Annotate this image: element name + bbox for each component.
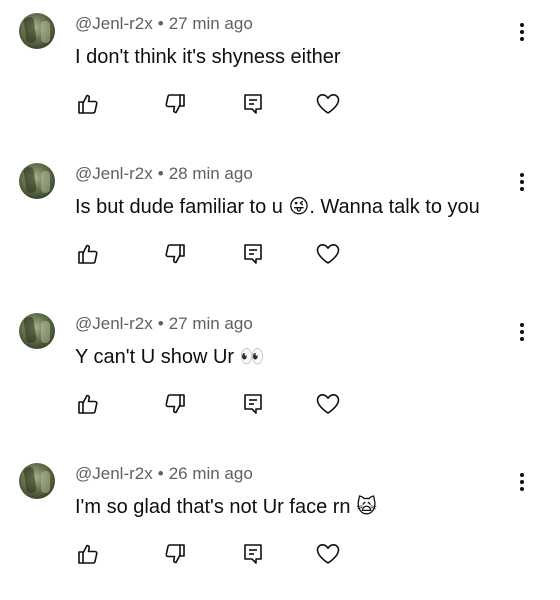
heart-button[interactable] [312,388,344,420]
comment-author[interactable]: @Jenl-r2x [75,14,153,33]
more-vertical-icon[interactable] [512,168,532,196]
thumbs-down-icon [163,242,187,266]
comment-time: 27 min ago [168,14,253,33]
comment-time: 27 min ago [168,314,253,333]
avatar[interactable] [19,463,55,499]
reply-button[interactable] [237,538,269,570]
dislike-button[interactable] [159,388,191,420]
comment-emoji: 🙀 [356,494,377,518]
comment-actions [0,88,560,124]
thumbs-down-icon [163,392,187,416]
more-vertical-icon[interactable] [512,468,532,496]
comment-actions [0,238,560,274]
thumbs-up-icon [76,392,100,416]
reply-button[interactable] [237,238,269,270]
meta-separator: • [157,14,164,33]
thumbs-down-icon [163,92,187,116]
comment-item: @Jenl-r2x • 27 min ago Y can't U show Ur 👀 [0,300,560,450]
heart-icon [315,392,341,416]
reply-icon [241,92,265,116]
comment-text-body: Is but dude familiar to u [75,196,289,218]
meta-separator: • [157,314,164,333]
comment-text-body: I don't think it's shyness either [75,46,341,68]
heart-button[interactable] [312,538,344,570]
reply-button[interactable] [237,388,269,420]
like-button[interactable] [72,538,104,570]
comment-text: I'm so glad that's not Ur face rn 🙀 [75,494,377,519]
dislike-button[interactable] [159,238,191,270]
comment-text-body: I'm so glad that's not Ur face rn [75,496,357,518]
thumbs-down-icon [163,542,187,566]
thumbs-up-icon [76,542,100,566]
thumbs-up-icon [76,242,100,266]
avatar[interactable] [19,163,55,199]
comment-actions [0,538,560,574]
reply-icon [241,392,265,416]
meta-separator: • [157,164,164,183]
heart-icon [315,242,341,266]
comment-text: Is but dude familiar to u 😜. Wanna talk … [75,194,480,219]
comment-author[interactable]: @Jenl-r2x [75,164,153,183]
comment-actions [0,388,560,424]
heart-button[interactable] [312,238,344,270]
comment-item: @Jenl-r2x • 26 min ago I'm so glad that's … [0,450,560,600]
comment-text-after: . Wanna talk to you [309,196,480,218]
reply-icon [241,542,265,566]
comment-time: 26 min ago [168,464,253,483]
meta-separator: • [157,464,164,483]
like-button[interactable] [72,88,104,120]
comment-emoji: 😜 [288,194,310,218]
like-button[interactable] [72,238,104,270]
comment-item: @Jenl-r2x • 27 min ago I don't think it's … [0,0,560,150]
comment-meta: @Jenl-r2x • 28 min ago [75,164,253,184]
heart-icon [315,92,341,116]
comment-meta: @Jenl-r2x • 26 min ago [75,464,253,484]
avatar[interactable] [19,313,55,349]
comment-meta: @Jenl-r2x • 27 min ago [75,14,253,34]
avatar[interactable] [19,13,55,49]
heart-icon [315,542,341,566]
reply-icon [241,242,265,266]
comment-time: 28 min ago [168,164,253,183]
comment-text-body: Y can't U show Ur [75,346,240,368]
heart-button[interactable] [312,88,344,120]
reply-button[interactable] [237,88,269,120]
more-vertical-icon[interactable] [512,318,532,346]
dislike-button[interactable] [159,88,191,120]
dislike-button[interactable] [159,538,191,570]
more-vertical-icon[interactable] [512,18,532,46]
comment-author[interactable]: @Jenl-r2x [75,314,153,333]
comment-item: @Jenl-r2x • 28 min ago Is but dude familia… [0,150,560,300]
like-button[interactable] [72,388,104,420]
comment-meta: @Jenl-r2x • 27 min ago [75,314,253,334]
comment-text: I don't think it's shyness either [75,44,341,69]
thumbs-up-icon [76,92,100,116]
comment-author[interactable]: @Jenl-r2x [75,464,153,483]
comment-emoji: 👀 [239,344,265,368]
comment-text: Y can't U show Ur 👀 [75,344,265,369]
